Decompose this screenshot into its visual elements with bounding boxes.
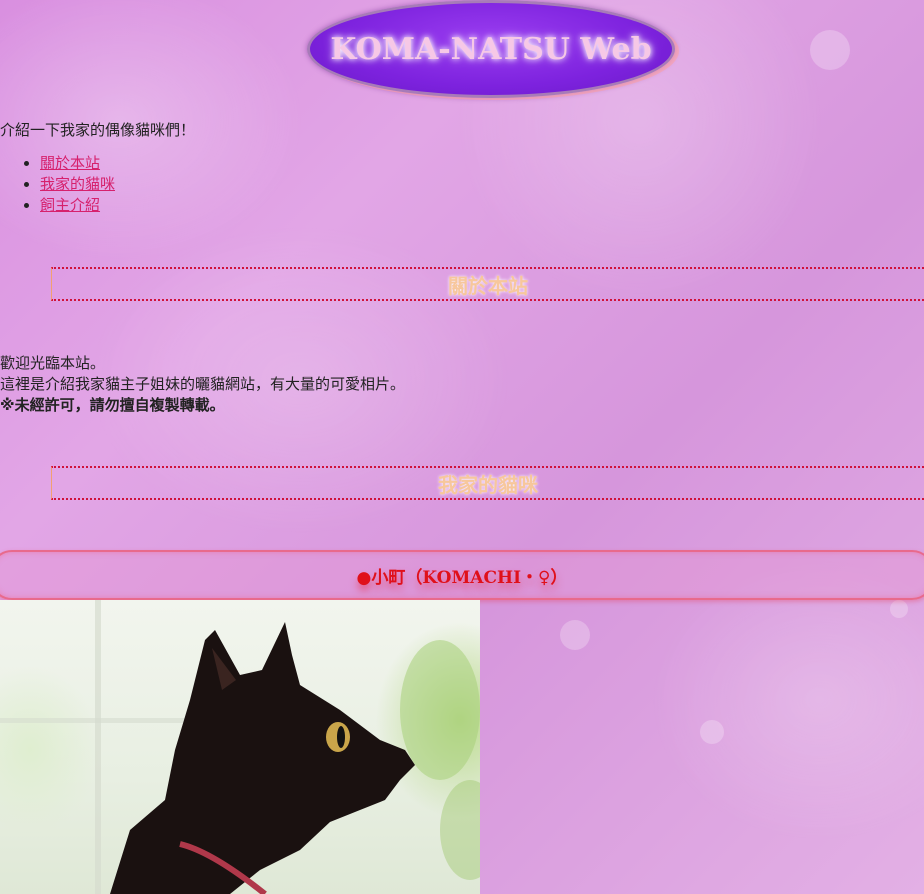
logo-text: KOMA-NATSU Web xyxy=(330,31,652,67)
nav-item-owner: 飼主介紹 xyxy=(40,195,115,216)
cat-photo-komachi xyxy=(0,600,480,894)
background-decoration xyxy=(700,720,724,744)
section-heading-cats: 我家的貓咪 xyxy=(51,466,924,500)
about-line-welcome: 歡迎光臨本站。 xyxy=(0,354,106,372)
background-decoration xyxy=(810,30,850,70)
section-heading-cats-text: 我家的貓咪 xyxy=(438,472,538,497)
main-nav: 關於本站 我家的貓咪 飼主介紹 xyxy=(0,153,115,216)
about-body: 歡迎光臨本站。 這裡是介紹我家貓主子姐妹的曬貓網站，有大量的可愛相片。 ※未經許… xyxy=(0,353,405,416)
intro-text: 介紹一下我家的偶像貓咪們！ xyxy=(0,121,196,139)
site-logo[interactable]: KOMA-NATSU Web xyxy=(307,0,675,98)
section-heading-about-text: 關於本站 xyxy=(448,273,528,298)
nav-link-about[interactable]: 關於本站 xyxy=(40,154,100,172)
nav-link-owner[interactable]: 飼主介紹 xyxy=(40,196,100,214)
black-cat-illustration xyxy=(0,600,480,894)
nav-item-cats: 我家的貓咪 xyxy=(40,174,115,195)
logo-ellipse: KOMA-NATSU Web xyxy=(307,0,675,98)
cat-title-komachi: ●小町（KOMACHI・♀） xyxy=(356,567,568,588)
about-line-copyright: ※未經許可，請勿擅自複製轉載。 xyxy=(0,396,225,414)
background-decoration xyxy=(560,620,590,650)
cat-title-bar: ●小町（KOMACHI・♀） xyxy=(0,550,924,600)
section-heading-about: 關於本站 xyxy=(51,267,924,301)
nav-item-about: 關於本站 xyxy=(40,153,115,174)
background-decoration xyxy=(890,600,908,618)
nav-link-cats[interactable]: 我家的貓咪 xyxy=(40,175,115,193)
about-line-description: 這裡是介紹我家貓主子姐妹的曬貓網站，有大量的可愛相片。 xyxy=(0,375,406,393)
